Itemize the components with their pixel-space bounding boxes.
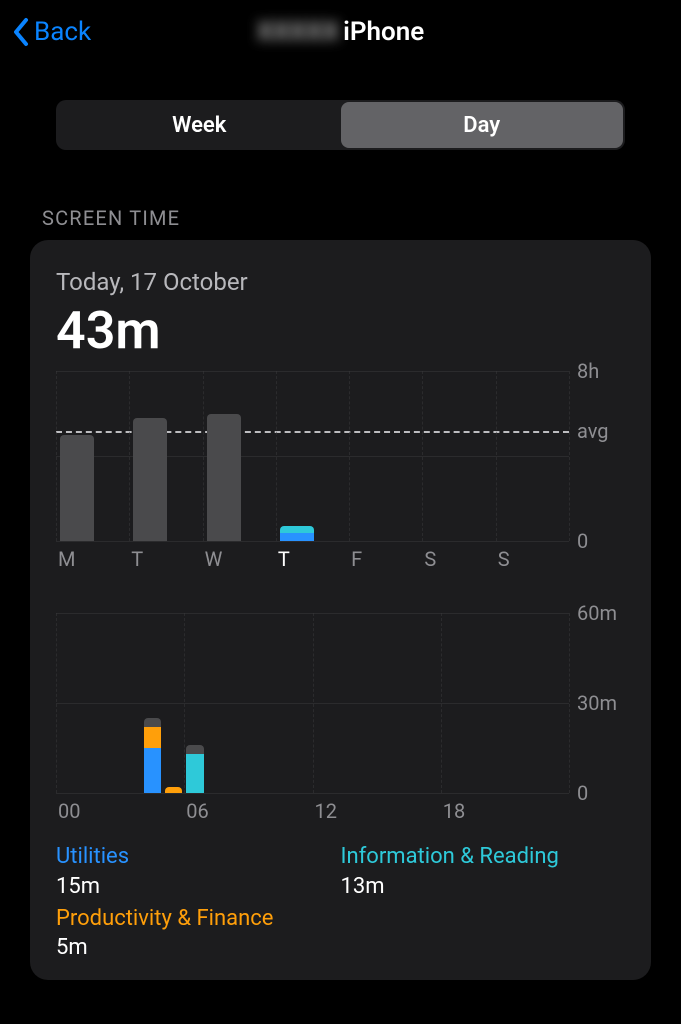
- week-day-segmented-control: Week Day: [56, 100, 625, 150]
- weekly-x-tick: S: [496, 547, 569, 571]
- hourly-x-axis: 00061218: [56, 799, 625, 823]
- y-tick-avg: avg: [577, 419, 609, 443]
- hourly-x-tick: 00: [56, 799, 184, 823]
- hourly-x-tick: 06: [184, 799, 312, 823]
- hourly-bar: [186, 745, 203, 793]
- hourly-x-tick: 18: [441, 799, 569, 823]
- weekly-x-tick: W: [203, 547, 276, 571]
- screen-time-card: Today, 17 October 43m 8h avg 0 MTWTFSS 6…: [30, 240, 651, 980]
- weekly-bar: [207, 414, 241, 542]
- weekly-x-tick: T: [276, 547, 349, 571]
- weekly-bar: [60, 435, 94, 541]
- weekly-x-tick: M: [56, 547, 129, 571]
- nav-title: XXXXXiPhone: [0, 17, 681, 47]
- hourly-chart: 60m 30m 0: [56, 613, 625, 793]
- y-tick: 8h: [577, 359, 599, 383]
- weekly-x-axis: MTWTFSS: [56, 547, 625, 571]
- nav-title-device: iPhone: [343, 17, 424, 47]
- weekly-chart-plot: [56, 371, 569, 541]
- nav-title-owner-blurred: XXXXX: [257, 17, 343, 47]
- weekly-y-axis: 8h avg 0: [569, 371, 625, 541]
- legend-value: 15m: [56, 874, 341, 899]
- hourly-bar: [165, 787, 182, 793]
- weekly-bar: [280, 526, 314, 541]
- back-button[interactable]: Back: [12, 17, 91, 47]
- section-header-screentime: SCREEN TIME: [42, 206, 639, 230]
- hourly-chart-plot: [56, 613, 569, 793]
- weekly-x-tick: S: [422, 547, 495, 571]
- segment-week[interactable]: Week: [58, 102, 341, 148]
- y-tick: 0: [577, 781, 588, 805]
- segment-day[interactable]: Day: [341, 102, 624, 148]
- y-tick: 0: [577, 529, 588, 553]
- hourly-bar: [144, 718, 161, 793]
- weekly-chart: 8h avg 0: [56, 371, 625, 541]
- y-tick: 60m: [577, 601, 617, 625]
- back-label: Back: [34, 17, 91, 47]
- chevron-left-icon: [12, 17, 30, 47]
- legend-name: Productivity & Finance: [56, 905, 341, 934]
- y-tick: 30m: [577, 691, 617, 715]
- legend-name: Information & Reading: [341, 843, 626, 872]
- hourly-y-axis: 60m 30m 0: [569, 613, 625, 793]
- legend-item-info-reading[interactable]: Information & Reading 13m: [341, 843, 626, 899]
- weekly-x-tick: T: [129, 547, 202, 571]
- legend-name: Utilities: [56, 843, 341, 872]
- legend-value: 13m: [341, 874, 626, 899]
- legend-item-prod-finance[interactable]: Productivity & Finance 5m: [56, 905, 341, 961]
- legend-item-utilities[interactable]: Utilities 15m: [56, 843, 341, 899]
- category-legend: Utilities 15m Information & Reading 13m …: [56, 843, 625, 960]
- nav-bar: Back XXXXXiPhone: [0, 0, 681, 64]
- summary-date: Today, 17 October: [56, 268, 625, 296]
- summary-total: 43m: [56, 300, 625, 361]
- legend-value: 5m: [56, 935, 341, 960]
- weekly-bar: [133, 418, 167, 541]
- weekly-x-tick: F: [349, 547, 422, 571]
- hourly-x-tick: 12: [313, 799, 441, 823]
